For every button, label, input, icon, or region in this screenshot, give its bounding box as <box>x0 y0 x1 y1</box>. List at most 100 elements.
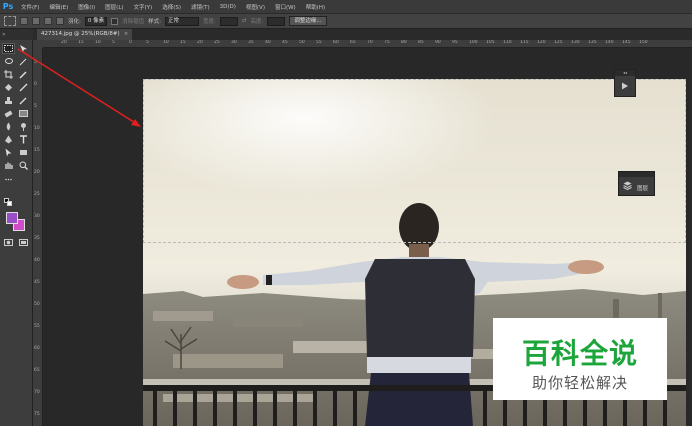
width-field[interactable] <box>219 16 238 26</box>
history-brush-tool[interactable] <box>17 95 30 106</box>
close-tab-icon[interactable]: × <box>124 31 129 37</box>
subtract-selection-icon[interactable] <box>44 17 52 25</box>
menu-3d[interactable]: 3D(D) <box>215 4 241 10</box>
ruler-tick-label: 90 <box>435 40 441 45</box>
ruler-tick-label: 130 <box>571 40 580 45</box>
ruler-tick-label: 25 <box>34 192 40 197</box>
width-label: 宽度: <box>202 19 216 25</box>
ruler-tick-label: 40 <box>265 40 271 45</box>
pen-tool[interactable] <box>2 134 15 145</box>
watermark-title: 百科全说 <box>521 337 638 370</box>
actions-mini-panel[interactable]: ◂◂ <box>614 69 636 97</box>
ruler-origin[interactable] <box>33 40 43 48</box>
layers-label: 图层 <box>637 186 649 192</box>
healing-brush-tool[interactable] <box>2 82 15 93</box>
path-selection-tool[interactable] <box>2 147 15 158</box>
ruler-tick-label: 15 <box>180 40 186 45</box>
horizontal-ruler[interactable]: 20 15 10 5 0 5 10 15 20 25 30 35 40 45 50 55 60 65 70 75 80 8… <box>43 40 692 48</box>
more-tools-icon[interactable] <box>2 174 15 185</box>
ruler-tick-label: 10 <box>163 40 169 45</box>
style-select[interactable]: 正常 <box>164 16 199 26</box>
height-label: 高度: <box>250 19 264 25</box>
options-bar: 羽化: 0 像素 消除锯齿 样式: 正常 宽度: ⇄ 高度: 调整边缘... <box>0 13 692 29</box>
brush-tool[interactable] <box>17 82 30 93</box>
toolbox <box>0 40 33 426</box>
ruler-tick-label: 125 <box>554 40 563 45</box>
ruler-tick-label: 60 <box>34 346 40 351</box>
layers-mini-panel[interactable]: 图层 <box>618 171 655 196</box>
magic-wand-tool[interactable] <box>17 56 30 67</box>
antialias-label: 消除锯齿 <box>122 19 145 25</box>
ruler-tick-label: 5 <box>112 40 115 45</box>
eyedropper-tool[interactable] <box>17 69 30 80</box>
menu-select[interactable]: 选择(S) <box>157 3 186 11</box>
hand-tool[interactable] <box>2 160 15 171</box>
menu-help[interactable]: 帮助(H) <box>301 3 330 11</box>
menu-file[interactable]: 文件(F) <box>16 3 44 11</box>
watermark-logo: 百科全说 助你轻松解决 <box>493 318 667 400</box>
document-tab-title: 427314.jpg @ 25%(RGB/8#) <box>41 31 120 37</box>
ruler-tick-label: 35 <box>248 40 254 45</box>
ruler-tick-label: 80 <box>401 40 407 45</box>
ruler-tick-label: 100 <box>469 40 478 45</box>
ruler-tick-label: 150 <box>639 40 648 45</box>
default-colors-icon[interactable] <box>2 197 15 208</box>
menu-window[interactable]: 窗口(W) <box>270 3 301 11</box>
ruler-tick-label: 40 <box>34 258 40 263</box>
menu-edit[interactable]: 编辑(E) <box>44 3 73 11</box>
ruler-tick-label: 105 <box>486 40 495 45</box>
height-field[interactable] <box>267 16 286 26</box>
type-tool[interactable] <box>17 134 30 145</box>
swap-icon[interactable]: ⇄ <box>242 18 247 24</box>
document-tab[interactable]: 427314.jpg @ 25%(RGB/8#) × <box>37 29 133 40</box>
ruler-tick-label: 45 <box>34 280 40 285</box>
menu-layer[interactable]: 图层(L) <box>100 3 128 11</box>
layers-icon <box>623 181 632 192</box>
rectangular-marquee-tool[interactable] <box>2 43 15 54</box>
new-selection-icon[interactable] <box>20 17 28 25</box>
ruler-tick-label: 30 <box>34 214 40 219</box>
ruler-tick-label: 85 <box>418 40 424 45</box>
screen-mode-icon[interactable] <box>17 237 30 248</box>
quick-mask-icon[interactable] <box>2 237 15 248</box>
antialias-checkbox[interactable] <box>111 17 119 25</box>
zoom-tool[interactable] <box>17 160 30 171</box>
blur-tool[interactable] <box>2 121 15 132</box>
vertical-ruler[interactable]: 5 0 5 10 15 20 25 30 35 40 45 50 55 60 65 70 75 <box>33 48 43 426</box>
eraser-tool[interactable] <box>2 108 15 119</box>
ruler-tick-label: 55 <box>316 40 322 45</box>
ruler-tick-label: 30 <box>231 40 237 45</box>
ruler-tick-label: 5 <box>34 60 37 65</box>
ruler-tick-label: 20 <box>34 170 40 175</box>
dodge-tool[interactable] <box>17 121 30 132</box>
gradient-tool[interactable] <box>17 108 30 119</box>
ruler-tick-label: 115 <box>520 40 529 45</box>
ruler-tick-label: 135 <box>588 40 597 45</box>
play-icon[interactable] <box>615 76 635 96</box>
tool-preset-picker[interactable] <box>4 16 16 26</box>
feather-field[interactable]: 0 像素 <box>84 16 108 26</box>
ruler-tick-label: 65 <box>34 368 40 373</box>
ruler-tick-label: 55 <box>34 324 40 329</box>
ruler-tick-label: 10 <box>34 126 40 131</box>
crop-tool[interactable] <box>2 69 15 80</box>
document-tab-bar: 427314.jpg @ 25%(RGB/8#) × <box>33 29 692 40</box>
add-to-selection-icon[interactable] <box>32 17 40 25</box>
rectangle-shape-tool[interactable] <box>17 147 30 158</box>
intersect-selection-icon[interactable] <box>56 17 64 25</box>
ruler-tick-label: 110 <box>503 40 512 45</box>
menu-image[interactable]: 图像(I) <box>73 3 100 11</box>
menu-view[interactable]: 视图(V) <box>241 3 270 11</box>
ruler-tick-label: 20 <box>61 40 67 45</box>
menu-type[interactable]: 文字(Y) <box>129 3 158 11</box>
ruler-tick-label: 0 <box>129 40 132 45</box>
lasso-tool[interactable] <box>2 56 15 67</box>
move-tool[interactable] <box>17 43 30 54</box>
refine-edge-button[interactable]: 调整边缘... <box>289 16 327 26</box>
foreground-color-swatch[interactable] <box>6 212 18 224</box>
ruler-tick-label: 0 <box>34 82 37 87</box>
clone-stamp-tool[interactable] <box>2 95 15 106</box>
menu-filter[interactable]: 滤镜(T) <box>186 3 215 11</box>
ruler-tick-label: 65 <box>350 40 356 45</box>
ruler-tick-label: 50 <box>299 40 305 45</box>
